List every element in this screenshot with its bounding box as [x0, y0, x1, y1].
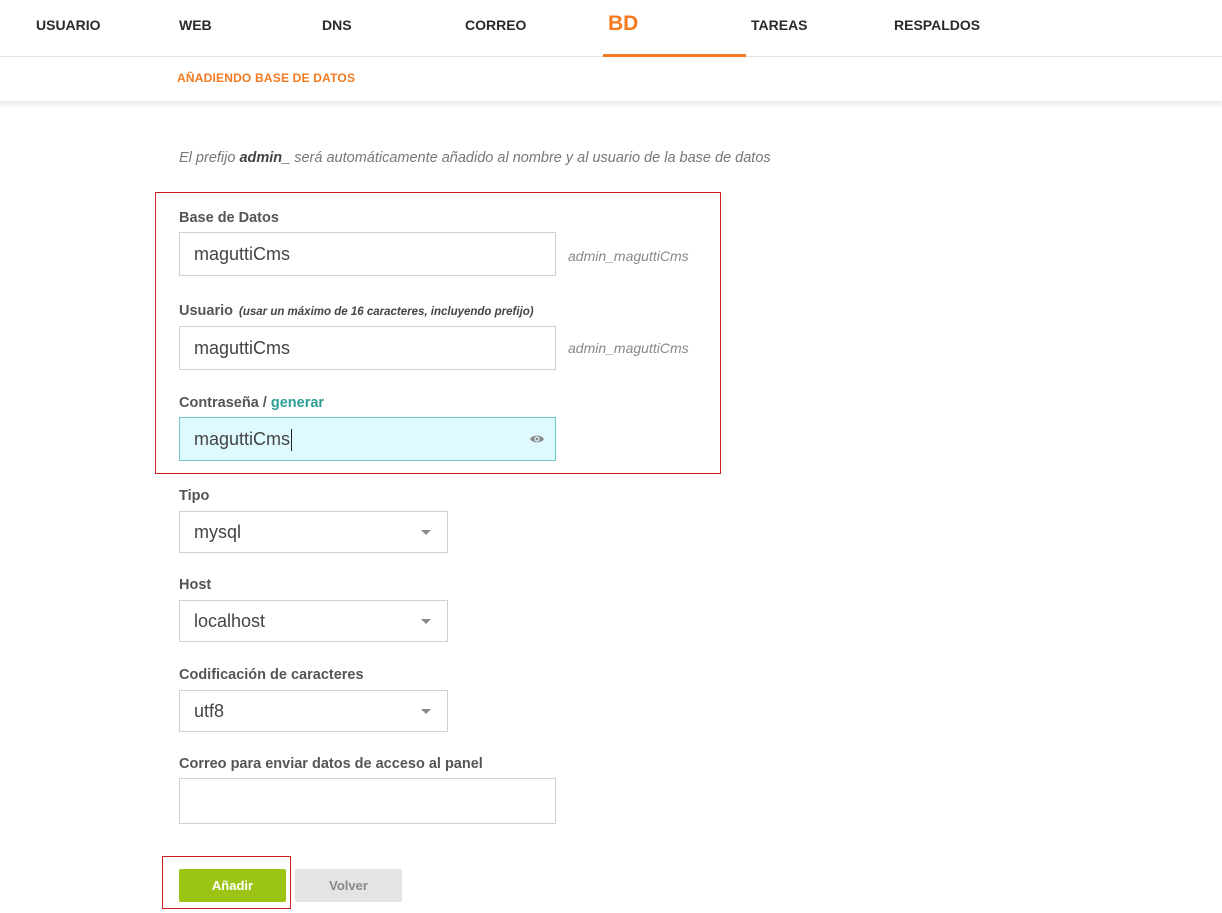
page-title: AÑADIENDO BASE DE DATOS — [177, 71, 356, 85]
charset-select[interactable]: utf8 — [179, 690, 448, 732]
tab-dns[interactable]: DNS — [286, 0, 429, 56]
tab-usuario[interactable]: USUARIO — [0, 0, 143, 56]
prefix-hint: El prefijo admin_ será automáticamente a… — [179, 149, 779, 168]
eye-icon[interactable] — [529, 431, 545, 447]
user-length-note: (usar un máximo de 16 caracteres, incluy… — [239, 306, 534, 318]
database-user-input[interactable]: maguttiCms — [179, 326, 556, 370]
tab-label: TAREAS — [751, 17, 808, 33]
user-label-text: Usuario — [179, 303, 233, 319]
user-label: Usuario (usar un máximo de 16 caracteres,… — [179, 303, 534, 319]
host-select[interactable]: localhost — [179, 600, 448, 642]
back-button[interactable]: Volver — [295, 869, 402, 902]
tab-web[interactable]: WEB — [143, 0, 286, 56]
dropdown-arrow-icon — [421, 530, 431, 535]
tab-correo[interactable]: CORREO — [429, 0, 572, 56]
hint-prefix: admin_ — [239, 150, 291, 166]
database-name-input[interactable]: maguttiCms — [179, 232, 556, 276]
password-value: maguttiCms — [194, 429, 291, 449]
password-label: Contraseña / generar — [179, 395, 324, 411]
sub-header: AÑADIENDO BASE DE DATOS — [0, 57, 1222, 102]
hint-text: El prefijo — [179, 150, 240, 166]
dropdown-arrow-icon — [421, 619, 431, 624]
type-selected-value: mysql — [194, 522, 242, 542]
email-label: Correo para enviar datos de acceso al pa… — [179, 756, 483, 772]
email-input[interactable] — [179, 778, 556, 824]
password-input[interactable]: maguttiCms — [179, 417, 556, 461]
charset-label: Codificación de caracteres — [179, 667, 364, 683]
host-label: Host — [179, 577, 212, 593]
type-label: Tipo — [179, 488, 210, 504]
database-label: Base de Datos — [179, 210, 279, 226]
tab-tareas[interactable]: TAREAS — [715, 0, 858, 56]
tab-respaldos[interactable]: RESPALDOS — [858, 0, 1001, 56]
tab-label: DNS — [322, 17, 352, 33]
tab-label: CORREO — [465, 17, 527, 33]
tab-label: BD — [608, 12, 639, 35]
type-select[interactable]: mysql — [179, 511, 448, 553]
text-cursor — [291, 429, 293, 452]
user-prefixed-name: admin_maguttiCms — [568, 340, 689, 356]
add-button[interactable]: Añadir — [179, 869, 286, 902]
host-selected-value: localhost — [194, 611, 266, 631]
tab-label: USUARIO — [36, 17, 101, 33]
hint-text: será automáticamente añadido al nombre y… — [290, 150, 771, 166]
password-label-text: Contraseña / — [179, 395, 271, 411]
dropdown-arrow-icon — [421, 709, 431, 714]
database-prefixed-name: admin_maguttiCms — [568, 248, 689, 264]
generate-password-link[interactable]: generar — [271, 395, 324, 411]
top-navigation: USUARIO WEB DNS CORREO BD TAREAS RESPALD… — [0, 0, 1222, 57]
tab-label: WEB — [179, 17, 212, 33]
charset-selected-value: utf8 — [194, 701, 225, 721]
tab-label: RESPALDOS — [894, 17, 981, 33]
